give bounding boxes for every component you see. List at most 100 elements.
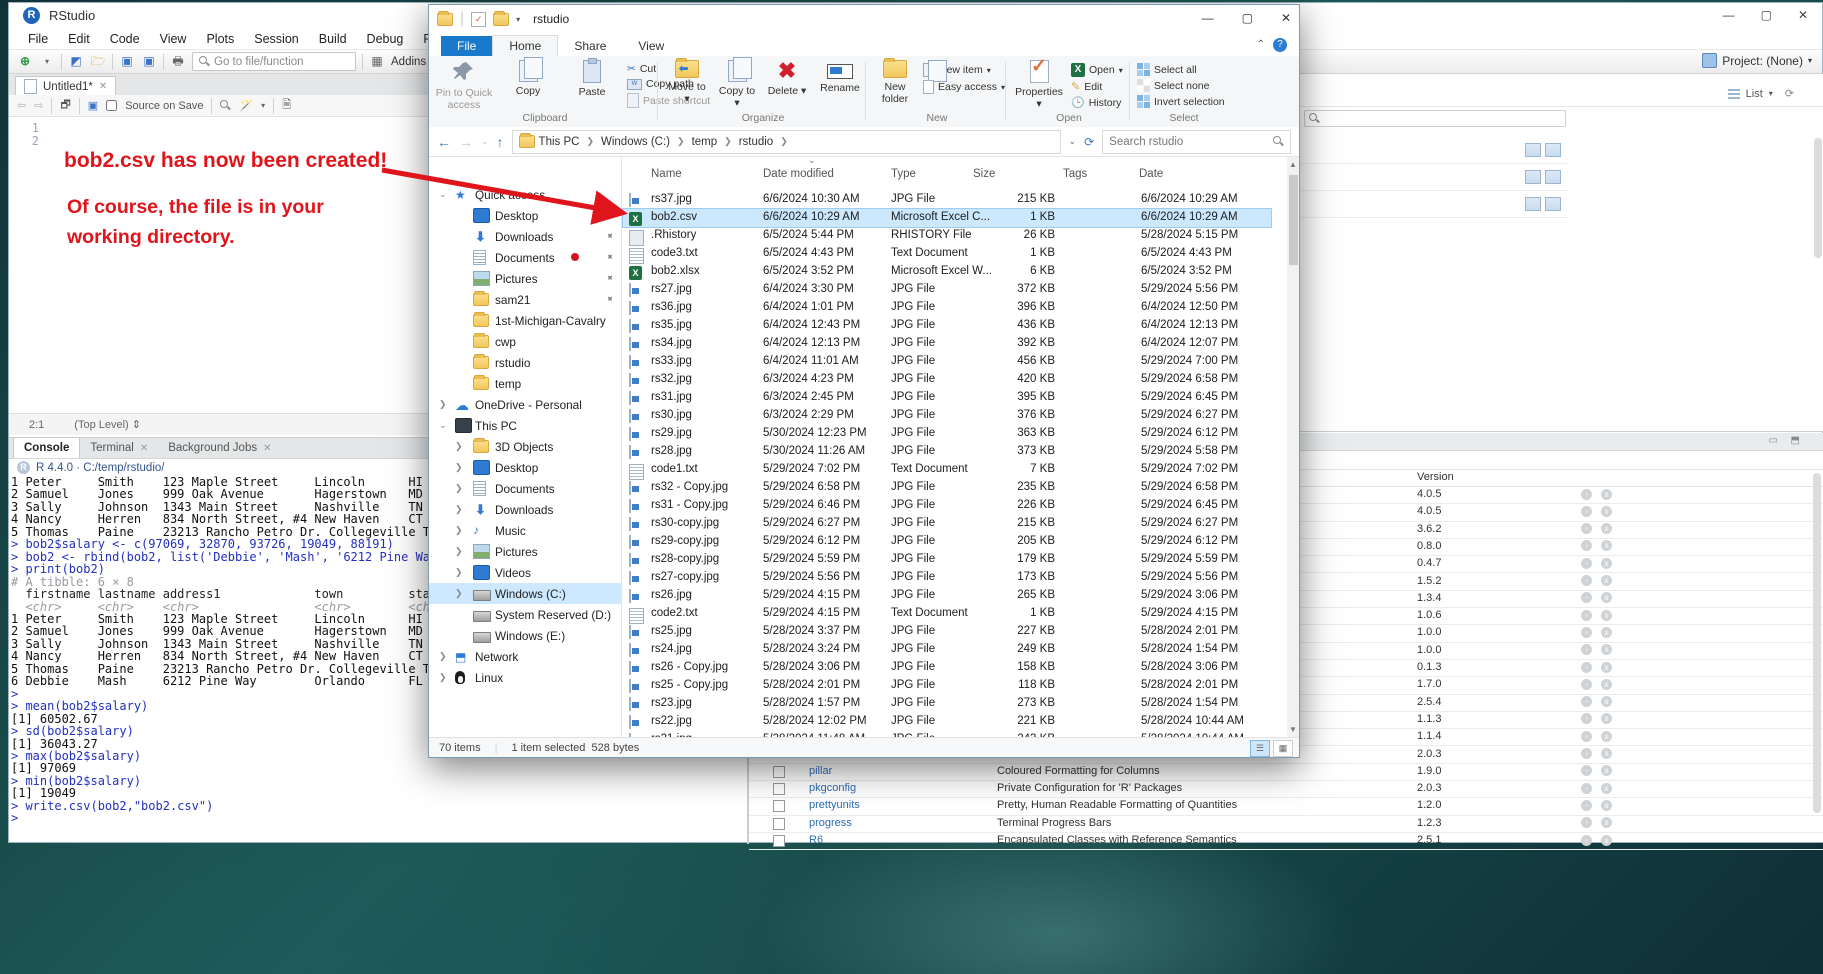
view-data-icon[interactable] <box>1545 197 1561 211</box>
minimize-icon[interactable]: — <box>1202 11 1214 25</box>
quick-access-check-icon[interactable]: ✓ <box>471 12 486 27</box>
remove-package-icon[interactable]: x <box>1601 835 1612 846</box>
package-name-link[interactable]: pillar <box>809 765 832 777</box>
column-header-date[interactable]: Date <box>1139 168 1163 180</box>
file-row[interactable]: rs35.jpg6/4/2024 12:43 PMJPG File436 KB6… <box>623 317 1271 335</box>
browse-package-icon[interactable]: ◦ <box>1581 765 1592 776</box>
file-row[interactable]: rs27-copy.jpg5/29/2024 5:56 PMJPG File17… <box>623 569 1271 587</box>
package-row[interactable]: R6Encapsulated Classes with Reference Se… <box>749 832 1823 850</box>
file-row[interactable]: rs25.jpg5/28/2024 3:37 PMJPG File227 KB5… <box>623 623 1271 641</box>
popout-icon[interactable]: 🗗 <box>60 96 70 115</box>
sidebar-item-pictures[interactable]: ❯Pictures <box>429 541 621 562</box>
save-icon[interactable]: ▣ <box>88 99 98 112</box>
new-file-icon[interactable]: ⊕ <box>17 54 33 69</box>
remove-package-icon[interactable]: x <box>1601 662 1612 673</box>
package-name-link[interactable]: progress <box>809 817 852 829</box>
file-row[interactable]: rs28.jpg5/30/2024 11:26 AMJPG File373 KB… <box>623 443 1271 461</box>
browse-package-icon[interactable]: ◦ <box>1581 835 1592 846</box>
view-data-icon[interactable] <box>1525 143 1541 157</box>
browse-package-icon[interactable]: ◦ <box>1581 592 1592 603</box>
invert-selection-button[interactable]: Invert selection <box>1137 95 1225 108</box>
save-icon[interactable]: ▣ <box>119 54 135 69</box>
history-button[interactable]: 🕒History <box>1071 96 1123 109</box>
maximize-icon[interactable]: ▢ <box>1242 11 1253 25</box>
address-dropdown-icon[interactable]: ⌄ <box>1069 136 1077 147</box>
file-row[interactable]: code3.txt6/5/2024 4:43 PMText Document1 … <box>623 245 1271 263</box>
sidebar-item-linux[interactable]: ❯Linux <box>429 667 621 688</box>
browse-package-icon[interactable]: ◦ <box>1581 575 1592 586</box>
browse-package-icon[interactable]: ◦ <box>1581 627 1592 638</box>
scroll-down-icon[interactable]: ▼ <box>1289 725 1297 734</box>
find-replace-icon[interactable] <box>220 100 231 111</box>
tab-terminal[interactable]: Terminal✕ <box>80 438 158 458</box>
file-row[interactable]: rs26.jpg5/29/2024 4:15 PMJPG File265 KB5… <box>623 587 1271 605</box>
explorer-search-input[interactable]: Search rstudio <box>1102 130 1291 154</box>
console-output[interactable]: 1 Peter Smith 123 Maple Street Lincoln H… <box>11 476 441 826</box>
file-row[interactable]: rs22.jpg5/28/2024 12:02 PMJPG File221 KB… <box>623 713 1271 731</box>
browse-package-icon[interactable]: ◦ <box>1581 558 1592 569</box>
goto-file-function-input[interactable]: Go to file/function <box>192 52 356 71</box>
package-name-link[interactable]: R6 <box>809 834 823 846</box>
browse-package-icon[interactable]: ◦ <box>1581 817 1592 828</box>
remove-package-icon[interactable]: x <box>1601 610 1612 621</box>
chevron-right-icon[interactable]: ❯ <box>439 651 447 662</box>
scope-selector[interactable]: (Top Level) ⇕ <box>74 418 141 431</box>
column-header-date-modified[interactable]: Date modified <box>763 168 834 180</box>
menu-plots[interactable]: Plots <box>197 30 243 48</box>
browse-package-icon[interactable]: ◦ <box>1581 783 1592 794</box>
menu-file[interactable]: File <box>19 30 57 48</box>
forward-icon[interactable]: → <box>459 134 473 150</box>
chevron-right-icon[interactable]: ❯ <box>455 567 463 578</box>
remove-package-icon[interactable]: x <box>1601 506 1612 517</box>
file-row[interactable]: rs31.jpg6/3/2024 2:45 PMJPG File395 KB5/… <box>623 389 1271 407</box>
browse-package-icon[interactable]: ◦ <box>1581 644 1592 655</box>
sidebar-item-windows-e-[interactable]: Windows (E:) <box>429 625 621 646</box>
minimize-icon[interactable]: — <box>1723 8 1735 22</box>
sidebar-item-videos[interactable]: ❯Videos <box>429 562 621 583</box>
remove-package-icon[interactable]: x <box>1601 489 1612 500</box>
view-data-icon[interactable] <box>1525 197 1541 211</box>
remove-package-icon[interactable]: x <box>1601 523 1612 534</box>
file-row[interactable]: rs24.jpg5/28/2024 3:24 PMJPG File249 KB5… <box>623 641 1271 659</box>
new-item-button[interactable]: New item ▾ <box>923 63 1005 77</box>
file-row[interactable]: rs30-copy.jpg5/29/2024 6:27 PMJPG File21… <box>623 515 1271 533</box>
sidebar-item-quick-access[interactable]: ⌄★Quick access <box>429 184 621 205</box>
sidebar-item-sam21[interactable]: sam21✦ <box>429 289 621 310</box>
remove-package-icon[interactable]: x <box>1601 558 1612 569</box>
breadcrumb-segment[interactable]: This PC <box>539 136 580 148</box>
view-data-icon[interactable] <box>1525 170 1541 184</box>
ribbon-tab-share[interactable]: Share <box>558 36 622 56</box>
remove-package-icon[interactable]: x <box>1601 592 1612 603</box>
sidebar-item-1st-michigan-cavalry[interactable]: 1st-Michigan-Cavalry <box>429 310 621 331</box>
ribbon-tab-file[interactable]: File <box>441 36 492 56</box>
browse-package-icon[interactable]: ◦ <box>1581 748 1592 759</box>
package-checkbox[interactable] <box>773 783 785 795</box>
select-none-button[interactable]: Select none <box>1137 79 1225 92</box>
column-header-tags[interactable]: Tags <box>1063 168 1087 180</box>
pin-to-quick-access-button[interactable]: Pin to Quick access <box>435 60 493 116</box>
package-name-link[interactable]: prettyunits <box>809 799 860 811</box>
package-row[interactable]: pillarColoured Formatting for Columns1.9… <box>749 763 1823 781</box>
delete-button[interactable]: ✖ Delete ▾ <box>765 60 809 116</box>
addins-menu[interactable]: Addins <box>391 56 426 68</box>
sidebar-item-pictures[interactable]: Pictures✦ <box>429 268 621 289</box>
sidebar-item-music[interactable]: ❯♪Music <box>429 520 621 541</box>
sidebar-item-desktop[interactable]: ❯Desktop <box>429 457 621 478</box>
properties-button[interactable]: ✓ Properties ▾ <box>1013 60 1065 116</box>
sidebar-item-this-pc[interactable]: ⌄This PC <box>429 415 621 436</box>
tab-console[interactable]: Console <box>13 437 80 458</box>
browse-package-icon[interactable]: ◦ <box>1581 489 1592 500</box>
menu-build[interactable]: Build <box>310 30 356 48</box>
up-icon[interactable]: ↑ <box>497 134 504 150</box>
menu-debug[interactable]: Debug <box>358 30 413 48</box>
chevron-right-icon[interactable]: ❯ <box>455 483 463 494</box>
close-tab-icon[interactable]: ✕ <box>140 443 148 454</box>
easy-access-button[interactable]: Easy access ▾ <box>923 80 1005 94</box>
file-row[interactable]: rs37.jpg6/6/2024 10:30 AMJPG File215 KB6… <box>623 191 1271 209</box>
chevron-down-icon[interactable]: ⌄ <box>439 189 447 200</box>
new-folder-button[interactable]: New folder <box>873 60 917 116</box>
details-view-button[interactable]: ☰ <box>1250 740 1270 757</box>
new-file-dropdown-icon[interactable]: ▾ <box>39 54 55 69</box>
paste-button[interactable]: Paste <box>563 60 621 116</box>
collapse-ribbon-icon[interactable]: ⌃ <box>1257 39 1265 50</box>
